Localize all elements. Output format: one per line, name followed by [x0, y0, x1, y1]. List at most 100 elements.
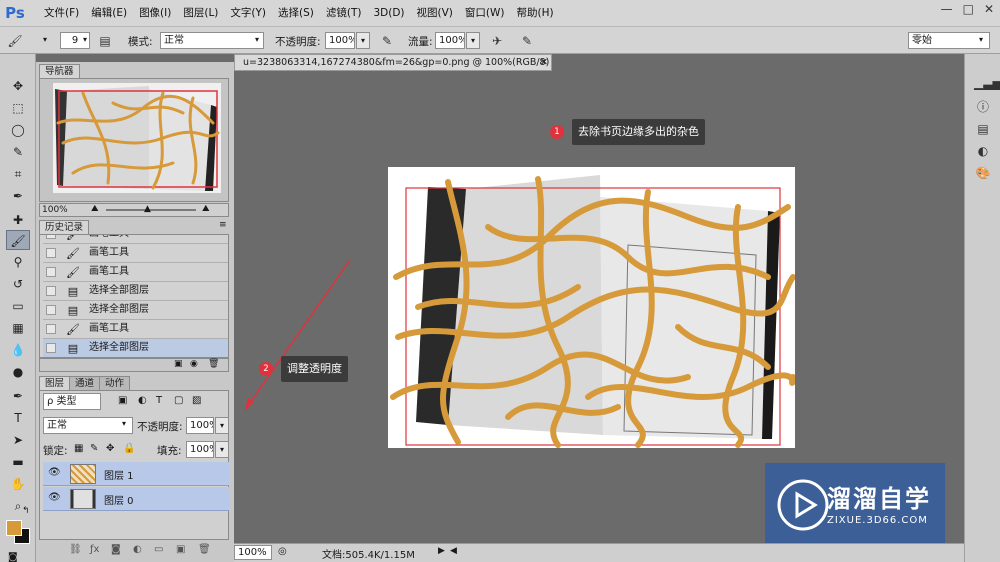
filter-adjustment-icon[interactable]: ◐ — [138, 395, 147, 406]
workspace-dropdown[interactable]: ▾ — [974, 32, 988, 49]
lock-pixels-icon[interactable]: ✎ — [90, 443, 98, 454]
shape-tool-icon[interactable]: ▬ — [6, 452, 30, 472]
visibility-eye-icon[interactable]: 👁 — [48, 492, 61, 503]
filter-image-icon[interactable]: ▣ — [118, 395, 127, 406]
close-button[interactable]: ✕ — [984, 2, 994, 16]
tab-navigator[interactable]: 导航器 — [39, 64, 80, 78]
layer-row[interactable]: 👁 图层 1 — [43, 462, 229, 486]
eyedropper-tool-icon[interactable]: ✒ — [6, 186, 30, 206]
menu-layer[interactable]: 图层(L) — [177, 0, 224, 27]
filter-smart-object-icon[interactable]: ▨ — [192, 395, 201, 406]
blur-tool-icon[interactable]: 💧 — [6, 340, 30, 360]
blend-mode-select[interactable]: 正常 — [43, 417, 133, 434]
trash-icon[interactable]: 🗑 — [198, 544, 211, 555]
tab-layers[interactable]: 图层 — [39, 376, 71, 390]
snapshot-camera-icon[interactable]: ◉ — [190, 359, 198, 369]
brush-size-dropdown[interactable]: ▾ — [78, 32, 92, 49]
brush-panel-toggle-icon[interactable]: ▤ — [96, 32, 114, 50]
adjustments-icon[interactable]: ◐ — [974, 142, 992, 160]
move-tool-icon[interactable]: ✥ — [6, 76, 30, 96]
new-layer-icon[interactable]: ▣ — [176, 544, 185, 555]
new-document-from-state-icon[interactable]: ▣ — [174, 359, 183, 369]
layer-style-fx-icon[interactable]: ƒx — [90, 544, 99, 555]
tab-channels[interactable]: 通道 — [69, 376, 101, 390]
menu-select[interactable]: 选择(S) — [272, 0, 320, 27]
filter-shape-icon[interactable]: ▢ — [174, 395, 183, 406]
pen-tool-icon[interactable]: ✒ — [6, 386, 30, 406]
opacity-input[interactable]: 100% — [325, 32, 355, 49]
pressure-opacity-icon[interactable]: ✎ — [378, 32, 396, 50]
layer-mask-icon[interactable]: ◙ — [111, 544, 121, 555]
hand-tool-icon[interactable]: ✋ — [6, 474, 30, 494]
lock-position-icon[interactable]: ✥ — [106, 443, 114, 454]
minimize-button[interactable]: — — [941, 2, 953, 16]
healing-brush-tool-icon[interactable]: ✚ — [6, 210, 30, 230]
blend-mode-dropdown[interactable]: ▾ — [122, 419, 126, 428]
quick-mask-icon[interactable]: ◙ — [8, 552, 18, 562]
group-folder-icon[interactable]: ▭ — [154, 544, 163, 555]
history-checkbox[interactable] — [46, 248, 56, 258]
crop-tool-icon[interactable]: ⌗ — [6, 164, 30, 184]
info-icon[interactable]: ⓘ — [974, 98, 992, 116]
image-canvas[interactable] — [388, 167, 795, 448]
menu-edit[interactable]: 编辑(E) — [85, 0, 133, 27]
airbrush-icon[interactable]: ✈ — [488, 32, 506, 50]
navigator-zoom-slider[interactable] — [106, 209, 196, 211]
history-item[interactable]: ▤ 选择全部图层 — [43, 301, 228, 320]
marquee-tool-icon[interactable]: ⬚ — [6, 98, 30, 118]
properties-icon[interactable]: ▤ — [974, 120, 992, 138]
adjustment-layer-icon[interactable]: ◐ — [133, 544, 142, 555]
history-checkbox[interactable] — [46, 343, 56, 353]
menu-window[interactable]: 窗口(W) — [459, 0, 511, 27]
brush-tool-preset-icon[interactable]: 🖌 — [6, 32, 24, 50]
fill-input[interactable]: 100% — [186, 441, 214, 458]
lock-all-icon[interactable]: 🔒 — [123, 443, 135, 454]
lock-transparent-icon[interactable]: ▦ — [74, 443, 83, 454]
history-item[interactable]: ▤ 选择全部图层 — [43, 282, 228, 301]
tab-actions[interactable]: 动作 — [99, 376, 131, 390]
tool-preset-dropdown[interactable]: ▾ — [38, 32, 52, 49]
status-share-icon[interactable]: ◎ — [278, 546, 287, 557]
maximize-button[interactable]: □ — [963, 2, 974, 16]
trash-icon[interactable]: 🗑 — [208, 359, 219, 369]
menu-image[interactable]: 图像(I) — [133, 0, 177, 27]
color-palette-icon[interactable]: 🎨 — [974, 164, 992, 182]
menu-view[interactable]: 视图(V) — [411, 0, 459, 27]
layer-name[interactable]: 图层 1 — [104, 467, 134, 482]
layer-opacity-dropdown[interactable]: ▾ — [215, 417, 229, 434]
eraser-tool-icon[interactable]: ▭ — [6, 296, 30, 316]
mode-dropdown[interactable]: ▾ — [250, 32, 264, 49]
layer-filter-select[interactable]: ρ 类型 — [43, 393, 101, 410]
document-tab-close[interactable]: ✕ — [540, 55, 548, 70]
flow-input[interactable]: 100% — [435, 32, 465, 49]
navigator-slider-handle[interactable]: ▲ — [144, 204, 151, 214]
history-item[interactable]: 🖌 画笔工具 — [43, 320, 228, 339]
history-item-selected[interactable]: ▤ 选择全部图层 — [43, 339, 228, 357]
opacity-dropdown[interactable]: ▾ — [356, 32, 370, 49]
menu-type[interactable]: 文字(Y) — [224, 0, 272, 27]
zoom-in-mountain-icon[interactable]: ⛰ — [202, 204, 210, 214]
history-checkbox[interactable] — [46, 286, 56, 296]
filter-type-icon[interactable]: T — [156, 395, 162, 406]
status-doc-info[interactable]: 文档:505.4K/1.15M — [322, 546, 415, 561]
brush-tool-icon[interactable]: 🖌 — [6, 230, 30, 250]
mode-select[interactable]: 正常 — [160, 32, 264, 49]
histogram-icon[interactable]: ▁▃▅ — [974, 74, 1000, 92]
history-item[interactable]: 🖌 画笔工具 — [43, 263, 228, 282]
pressure-size-icon[interactable]: ✎ — [518, 32, 536, 50]
dodge-tool-icon[interactable]: ● — [6, 362, 30, 382]
swap-colors-icon[interactable]: ↰ — [22, 506, 30, 516]
history-item[interactable]: 🖌 画笔工具 — [43, 244, 228, 263]
menu-3d[interactable]: 3D(D) — [367, 0, 410, 27]
clone-stamp-tool-icon[interactable]: ⚲ — [6, 252, 30, 272]
scroll-left-icon[interactable]: ◀ — [450, 546, 457, 556]
panel-menu-icon[interactable]: ≡ — [219, 220, 227, 230]
visibility-eye-icon[interactable]: 👁 — [48, 467, 61, 478]
history-checkbox[interactable] — [46, 235, 56, 239]
quick-select-tool-icon[interactable]: ✎ — [6, 142, 30, 162]
document-tab[interactable]: u=3238063314,167274380&fm=26&gp=0.png @ … — [234, 54, 552, 71]
fill-dropdown[interactable]: ▾ — [215, 441, 229, 458]
history-checkbox[interactable] — [46, 324, 56, 334]
zoom-out-mountain-icon[interactable]: ⛰ — [91, 204, 99, 214]
menu-help[interactable]: 帮助(H) — [511, 0, 560, 27]
